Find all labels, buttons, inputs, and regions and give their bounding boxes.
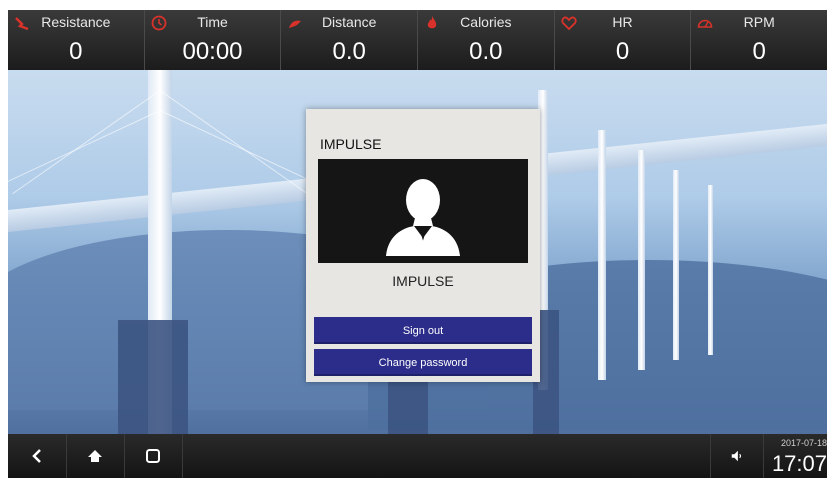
- home-button[interactable]: [66, 434, 125, 478]
- stat-value: 0.0: [469, 38, 503, 65]
- workout-stats-bar: Resistance 0 Time 00:00 Distance 0.0 Cal…: [8, 10, 827, 70]
- stat-value: 00:00: [182, 38, 243, 65]
- sign-out-button[interactable]: Sign out: [314, 317, 532, 344]
- username-label: IMPULSE: [392, 273, 454, 289]
- stat-value: 0: [615, 38, 630, 65]
- status-clock: 17:07: [771, 451, 827, 476]
- stat-resistance: Resistance 0: [8, 10, 145, 70]
- stat-time: Time 00:00: [145, 10, 282, 70]
- status-date: 2017-07-18: [780, 438, 827, 448]
- stat-label: Resistance: [41, 14, 111, 30]
- stat-label: Distance: [321, 14, 377, 30]
- stat-label: RPM: [743, 14, 775, 30]
- bridge-cable: [8, 110, 161, 183]
- stat-calories: Calories 0.0: [418, 10, 555, 70]
- stat-value: 0: [752, 38, 766, 65]
- bridge-pillar: [118, 320, 188, 436]
- stat-value: 0: [69, 38, 83, 65]
- home-icon: [88, 450, 102, 462]
- system-navigation-bar: 2017-07-18 17:07: [8, 434, 827, 478]
- stat-label: HR: [612, 14, 633, 30]
- avatar: [318, 159, 528, 263]
- stat-value: 0.0: [332, 38, 366, 65]
- bridge-pylon: [598, 130, 606, 380]
- volume-button[interactable]: [710, 434, 764, 478]
- user-silhouette-icon: [386, 179, 460, 256]
- stat-rpm: RPM 0: [691, 10, 827, 70]
- stat-label: Calories: [460, 14, 512, 30]
- recent-apps-button[interactable]: [124, 434, 183, 478]
- bridge-pylon: [638, 150, 645, 370]
- stat-label: Time: [197, 14, 228, 30]
- bridge-pylon: [673, 170, 679, 360]
- back-arrow-icon: [32, 449, 41, 463]
- stat-hr: HR 0: [555, 10, 692, 70]
- change-password-button[interactable]: Change password: [314, 349, 532, 376]
- recent-apps-icon: [146, 449, 160, 463]
- stat-distance: Distance 0.0: [281, 10, 419, 70]
- back-button[interactable]: [8, 434, 67, 478]
- dialog-title: IMPULSE: [320, 136, 382, 152]
- speaker-icon: [731, 450, 742, 462]
- bridge-pylon: [708, 185, 713, 355]
- bridge-cable: [12, 90, 161, 195]
- user-profile-dialog: IMPULSE IMPULSE Sign out Change password: [306, 109, 540, 382]
